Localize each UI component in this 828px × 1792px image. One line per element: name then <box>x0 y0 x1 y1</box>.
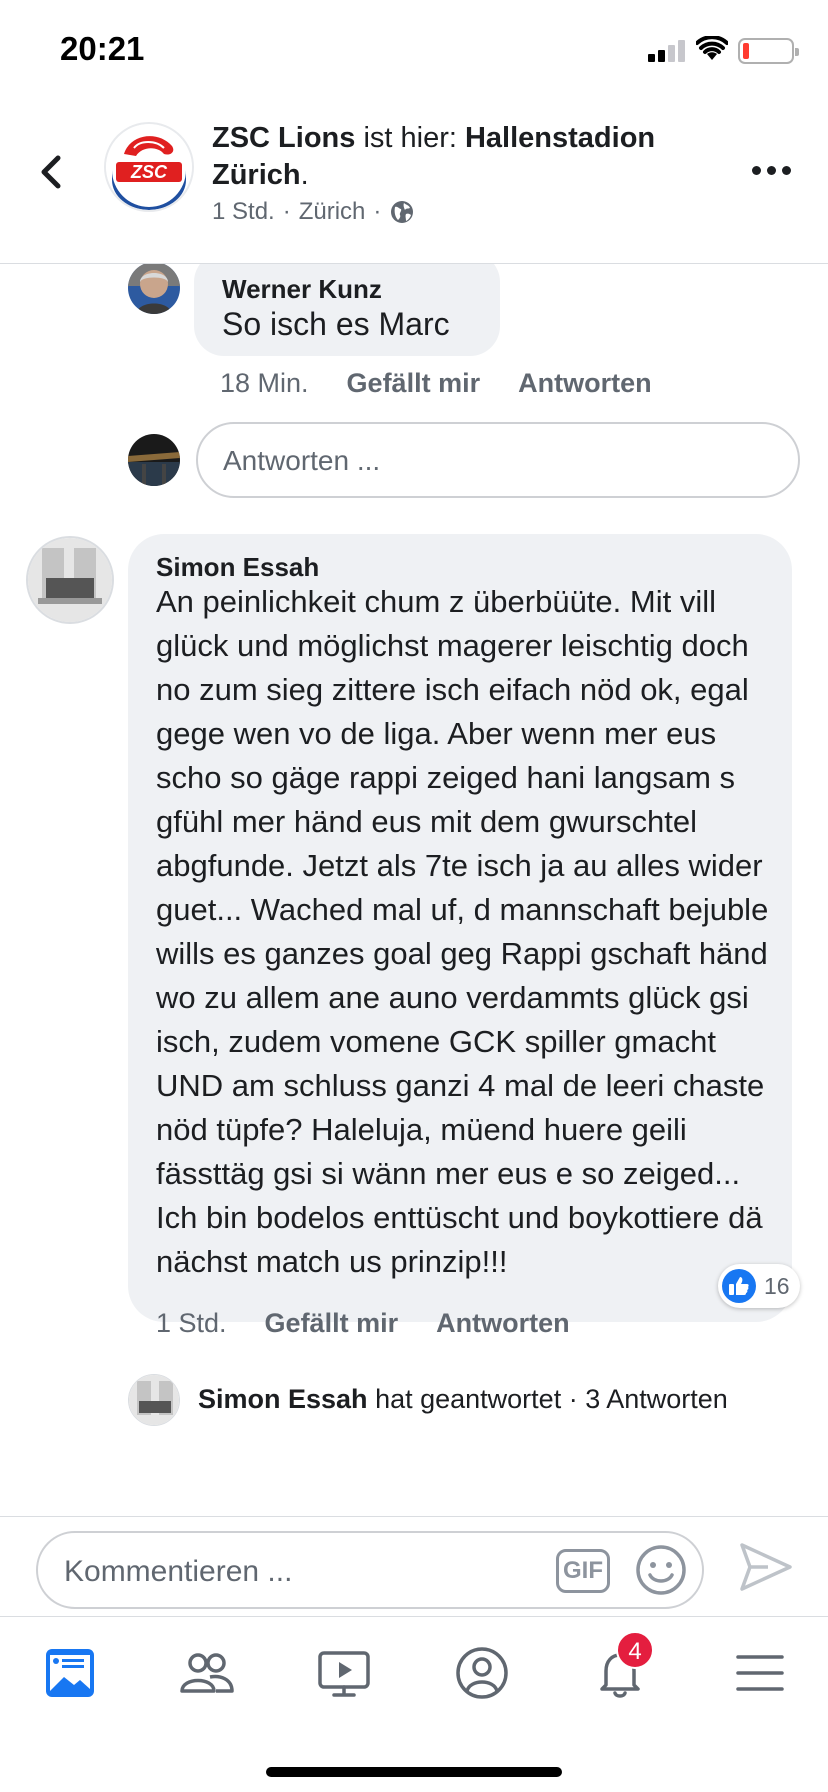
comment-bubble[interactable]: Simon Essah An peinlichkeit chum z überb… <box>128 534 792 1322</box>
comment-actions: 18 Min. Gefällt mir Antworten <box>220 368 652 399</box>
menu-icon[interactable] <box>730 1643 790 1703</box>
post-meta: 1 Std. · Zürich · <box>212 198 415 226</box>
comment-author[interactable]: Werner Kunz <box>222 274 382 305</box>
avatar-replies-summary <box>128 1374 180 1426</box>
emoji-icon[interactable] <box>634 1543 688 1597</box>
zsc-lions-logo-icon: ZSC LIONS <box>106 124 192 210</box>
notifications-tab[interactable]: 4 <box>590 1631 654 1703</box>
cellular-signal-icon <box>648 40 686 62</box>
reply-input-placeholder: Antworten ... <box>223 445 381 476</box>
reply-input[interactable]: Antworten ... <box>196 422 800 498</box>
status-time: 20:21 <box>60 30 145 67</box>
globe-icon <box>391 201 414 223</box>
reply-button[interactable]: Antworten <box>436 1308 569 1339</box>
post-header: ZSC LIONS ZSC Lions ist hier: Hallenstad… <box>0 100 828 264</box>
like-button[interactable]: Gefällt mir <box>347 368 481 399</box>
page-logo[interactable]: ZSC LIONS <box>104 122 194 212</box>
battery-icon <box>738 38 799 64</box>
thumbs-up-icon <box>722 1269 756 1303</box>
news-feed-icon[interactable] <box>40 1643 100 1703</box>
comment-composer: Kommentieren ... GIF <box>0 1516 828 1616</box>
tab-bar: 4 <box>0 1616 828 1792</box>
svg-text:LIONS: LIONS <box>140 192 158 198</box>
back-chevron-icon[interactable] <box>30 150 74 194</box>
notifications-badge: 4 <box>616 1631 654 1669</box>
view-replies-link[interactable]: Simon Essah hat geantwortet · 3 Antworte… <box>198 1384 728 1415</box>
replies-author: Simon Essah <box>198 1384 368 1414</box>
comment-actions: 1 Std. Gefällt mir Antworten <box>156 1308 570 1339</box>
svg-text:ZSC: ZSC <box>130 162 168 182</box>
check-in-text: ist hier: <box>355 122 465 154</box>
avatar-werner-kunz[interactable] <box>128 264 180 314</box>
comment-author[interactable]: Simon Essah <box>156 552 319 583</box>
comment-time: 18 Min. <box>220 368 309 398</box>
send-icon[interactable] <box>738 1541 794 1593</box>
wifi-icon <box>696 36 728 60</box>
friends-icon[interactable] <box>176 1643 236 1703</box>
post-place[interactable]: Zürich <box>299 198 366 226</box>
comment-bubble[interactable]: Werner Kunz So isch es Marc <box>194 264 500 356</box>
replies-count: 3 Antworten <box>585 1384 728 1414</box>
comments-list[interactable]: Werner Kunz So isch es Marc 18 Min. Gefä… <box>0 264 828 1516</box>
status-bar: 20:21 <box>0 0 828 100</box>
comment-text: So isch es Marc <box>222 306 450 342</box>
comment-input-placeholder: Kommentieren ... <box>64 1555 293 1588</box>
like-button[interactable]: Gefällt mir <box>265 1308 399 1339</box>
comment-text: An peinlichkeit chum z überbüüte. Mit vi… <box>156 584 769 1279</box>
reaction-count: 16 <box>764 1272 790 1299</box>
comment-input[interactable]: Kommentieren ... GIF <box>36 1531 704 1609</box>
comment-time: 1 Std. <box>156 1308 227 1338</box>
profile-icon[interactable] <box>452 1643 512 1703</box>
page-name-link[interactable]: ZSC Lions <box>212 122 355 154</box>
reaction-summary[interactable]: 16 <box>718 1264 800 1308</box>
reply-button[interactable]: Antworten <box>518 368 651 399</box>
more-options-icon[interactable] <box>752 158 796 182</box>
avatar-current-user <box>128 434 180 486</box>
avatar-simon-essah[interactable] <box>26 536 114 624</box>
watch-icon[interactable] <box>314 1643 374 1703</box>
gif-button[interactable]: GIF <box>556 1549 610 1593</box>
post-title: ZSC Lions ist hier: Hallenstadion Zürich… <box>212 122 656 191</box>
post-time[interactable]: 1 Std. <box>212 198 275 226</box>
home-indicator[interactable] <box>266 1767 562 1777</box>
